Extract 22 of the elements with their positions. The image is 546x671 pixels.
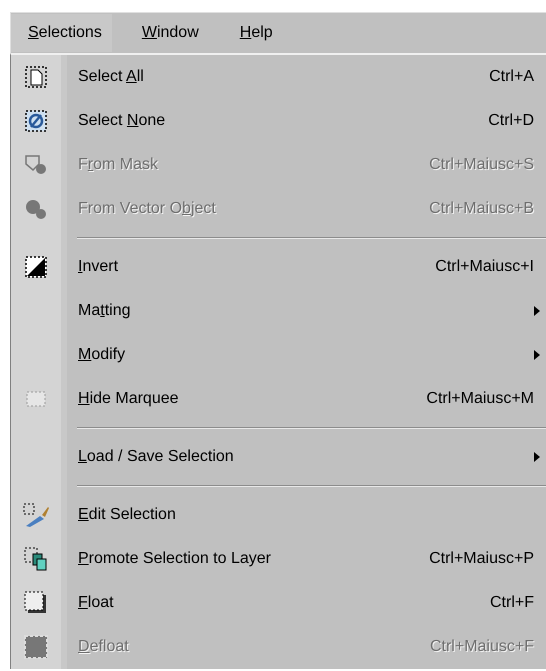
menu-item[interactable]: Promote Selection to Layer Ctrl+Maiusc+P (11, 537, 546, 581)
menu-item[interactable]: Select None Ctrl+D (11, 99, 546, 143)
brush-icon (22, 502, 50, 528)
mask-icon (23, 153, 49, 177)
layers-icon (23, 546, 49, 572)
menu-title[interactable]: Help (222, 13, 284, 53)
blob-icon (23, 197, 49, 221)
invert-icon (24, 255, 48, 279)
menu-item[interactable]: Edit Selection (11, 493, 546, 537)
menu-title[interactable]: Selections (11, 14, 112, 52)
menu-item[interactable]: Select All Ctrl+A (11, 55, 546, 99)
menu-item[interactable]: Load / Save Selection (11, 435, 546, 479)
menu-item[interactable]: Matting (11, 289, 546, 333)
select-none-icon (24, 109, 48, 133)
menu-item[interactable]: Hide Marquee Ctrl+Maiusc+M (11, 377, 546, 421)
select-all-icon (24, 65, 48, 89)
float-icon (23, 590, 49, 616)
menu-item[interactable]: Modify (11, 333, 546, 377)
menu-title[interactable]: Window (124, 13, 210, 53)
menu-item[interactable]: Float Ctrl+F (11, 581, 546, 625)
defloat-icon (23, 634, 49, 660)
menu-item[interactable]: Invert Ctrl+Maiusc+I (11, 245, 546, 289)
